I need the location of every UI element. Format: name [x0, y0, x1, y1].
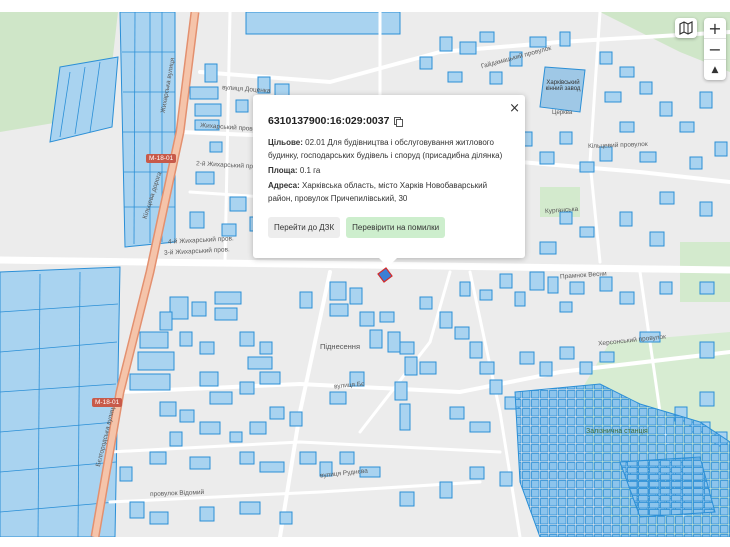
copy-icon[interactable]: [394, 116, 404, 127]
map-canvas[interactable]: [0, 12, 730, 537]
area-label: Площа:: [268, 166, 298, 175]
selected-parcel[interactable]: [377, 267, 393, 283]
check-errors-button[interactable]: Перевірити на помилки: [346, 217, 446, 238]
poi-label: Харківський кінний завод: [545, 80, 581, 92]
poi-label: Церква: [552, 110, 573, 116]
purpose-value: 02.01 Для будівництва і обслуговування ж…: [268, 138, 503, 160]
road-ref-badge: М-18-01: [146, 154, 177, 163]
purpose-row: Цільове: 02.01 Для будівництва і обслуго…: [268, 136, 510, 162]
popup-close-button[interactable]: ×: [509, 101, 520, 116]
road-ref-badge: М-18-01: [92, 398, 123, 407]
go-to-dzk-button[interactable]: Перейти до ДЗК: [268, 217, 341, 238]
zoom-out-button[interactable]: −: [704, 38, 726, 59]
parcel-popup: × 6310137900:16:029:0037 Цільове: 02.01 …: [253, 95, 525, 267]
purpose-label: Цільове:: [268, 138, 303, 147]
district-label: Піднесення: [320, 342, 361, 351]
layers-button[interactable]: [675, 18, 697, 38]
map-layers-icon[interactable]: [675, 18, 697, 38]
cadastral-number: 6310137900:16:029:0037: [268, 115, 390, 127]
address-row: Адреса: Харківська область, місто Харків…: [268, 179, 510, 205]
zoom-controls: + − ▲: [704, 18, 726, 80]
address-value: Харківська область, місто Харків Новобав…: [268, 181, 488, 203]
area-value: 0.1 га: [299, 166, 321, 175]
map-view[interactable]: вулиця Доценка 4-й Жихарський пров. 3-й …: [0, 12, 730, 537]
area-row: Площа: 0.1 га: [268, 164, 510, 177]
zoom-in-button[interactable]: +: [704, 18, 726, 38]
compass-button[interactable]: ▲: [704, 59, 726, 80]
district-label: Залізнична станція: [586, 428, 648, 435]
address-label: Адреса:: [268, 181, 300, 190]
